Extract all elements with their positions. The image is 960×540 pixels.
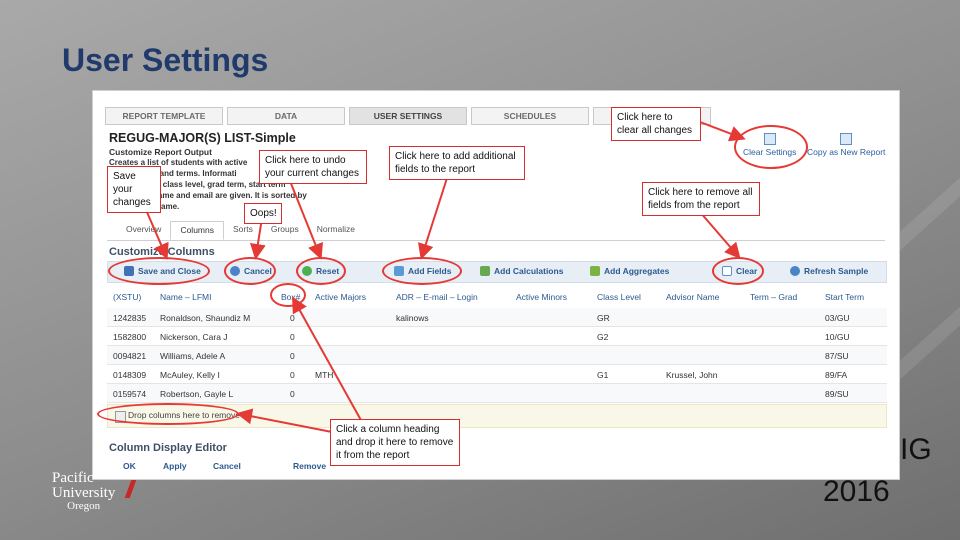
- column-heading[interactable]: Class Level: [597, 292, 641, 302]
- conference-label-fragment: IG: [900, 433, 932, 466]
- tab-report-template[interactable]: REPORT TEMPLATE: [105, 107, 223, 125]
- refresh-sample-button[interactable]: Refresh Sample: [790, 266, 868, 276]
- column-heading[interactable]: ADR – E-mail – Login: [396, 292, 478, 302]
- table-cell: 0: [290, 351, 295, 361]
- report-title: REGUG-MAJOR(S) LIST-Simple: [109, 131, 296, 145]
- copy-as-new-report-button[interactable]: Copy as New Report: [807, 133, 885, 157]
- highlight-ring: [224, 257, 276, 285]
- report-subtitle: Customize Report Output: [109, 147, 212, 157]
- table-cell: 0159574: [113, 389, 147, 399]
- table-cell: kalinows: [396, 313, 429, 323]
- pacific-university-logo: Pacific University Oregon: [52, 470, 115, 512]
- table-cell: McAuley, Kelly I: [160, 370, 220, 380]
- callout-oops: Oops!: [244, 203, 282, 224]
- callout-save: Save your changes: [107, 166, 161, 213]
- add-aggregates-button[interactable]: Add Aggregates: [590, 266, 669, 276]
- column-heading[interactable]: Term – Grad: [750, 292, 797, 302]
- highlight-ring: [296, 257, 346, 285]
- table-row: 0159574 Robertson, Gayle L 0 89/SU: [107, 384, 887, 403]
- table-cell: 0148309: [113, 370, 147, 380]
- column-heading[interactable]: (XSTU): [113, 292, 141, 302]
- table-cell: MTH: [315, 370, 334, 380]
- aggregate-icon: [590, 266, 600, 276]
- table-cell: 87/SU: [825, 351, 849, 361]
- table-cell: 0: [290, 313, 295, 323]
- callout-undo: Click here to undo your current changes: [259, 150, 367, 184]
- table-cell: 1582800: [113, 332, 147, 342]
- slide-title: User Settings: [62, 42, 269, 78]
- table-row: 0094821 Williams, Adele A 0 87/SU: [107, 346, 887, 365]
- table-cell: Krussel, John: [666, 370, 718, 380]
- column-heading[interactable]: Advisor Name: [666, 292, 719, 302]
- column-display-editor-heading: Column Display Editor: [109, 442, 227, 454]
- highlight-ring: [108, 257, 210, 285]
- add-aggregates-label: Add Aggregates: [604, 266, 670, 276]
- table-row: 1582800 Nickerson, Cara J 0 G2 10/GU: [107, 327, 887, 346]
- editor-cancel-button[interactable]: Cancel: [213, 461, 241, 471]
- table-cell: Nickerson, Cara J: [160, 332, 228, 342]
- highlight-ring: [712, 257, 764, 285]
- refresh-icon: [790, 266, 800, 276]
- add-calculations-label: Add Calculations: [494, 266, 564, 276]
- column-heading[interactable]: Active Majors: [315, 292, 366, 302]
- column-heading[interactable]: Name – LFMI: [160, 292, 212, 302]
- highlight-ring: [382, 257, 462, 285]
- table-cell: 89/SU: [825, 389, 849, 399]
- add-calculations-button[interactable]: Add Calculations: [480, 266, 563, 276]
- callout-clear-all: Click here to clear all changes: [611, 107, 701, 141]
- apply-button[interactable]: Apply: [163, 461, 187, 471]
- callout-drag-heading: Click a column heading and drop it here …: [330, 419, 460, 466]
- sub-tab-divider: [107, 240, 885, 241]
- conference-year: 2016: [823, 475, 890, 508]
- highlight-ring: [734, 125, 808, 169]
- copy-as-new-label: Copy as New Report: [807, 147, 886, 157]
- table-cell: 0: [290, 370, 295, 380]
- tab-normalize[interactable]: Normalize: [308, 221, 364, 240]
- table-cell: 89/FA: [825, 370, 848, 380]
- ok-button[interactable]: OK: [123, 461, 136, 471]
- highlight-ring: [97, 403, 239, 425]
- table-cell: 10/GU: [825, 332, 850, 342]
- copy-report-icon: [840, 133, 853, 145]
- table-cell: GR: [597, 313, 610, 323]
- report-description-line: name and email are given. It is sorted b…: [153, 191, 307, 200]
- tab-data[interactable]: DATA: [227, 107, 345, 125]
- table-row: 0148309 McAuley, Kelly I 0 MTH G1 Krusse…: [107, 365, 887, 384]
- refresh-sample-label: Refresh Sample: [804, 266, 869, 276]
- table-cell: G2: [597, 332, 609, 342]
- column-heading[interactable]: Start Term: [825, 292, 864, 302]
- tab-schedules[interactable]: SCHEDULES: [471, 107, 589, 125]
- sub-tab-bar: Overview Columns Sorts Groups Normalize: [117, 221, 364, 240]
- table-cell: 0: [290, 332, 295, 342]
- table-cell: Ronaldson, Shaundiz M: [160, 313, 251, 323]
- background-stripe: [891, 234, 960, 380]
- column-heading[interactable]: Active Minors: [516, 292, 567, 302]
- logo-accent-mark: [124, 480, 137, 498]
- table-cell: 0: [290, 389, 295, 399]
- callout-remove-all: Click here to remove all fields from the…: [642, 182, 760, 216]
- table-cell: 0094821: [113, 351, 147, 361]
- calculator-icon: [480, 266, 490, 276]
- table-cell: 1242835: [113, 313, 147, 323]
- table-cell: Robertson, Gayle L: [160, 389, 234, 399]
- tab-user-settings[interactable]: USER SETTINGS: [349, 107, 467, 125]
- highlight-ring: [270, 283, 306, 307]
- tab-overview[interactable]: Overview: [117, 221, 170, 240]
- table-cell: 03/GU: [825, 313, 850, 323]
- remove-button[interactable]: Remove: [293, 461, 326, 471]
- table-cell: Williams, Adele A: [160, 351, 226, 361]
- callout-add-fields: Click here to add additional fields to t…: [389, 146, 525, 180]
- report-description-line: s and terms. Informati: [153, 169, 237, 178]
- table-cell: G1: [597, 370, 609, 380]
- tab-columns[interactable]: Columns: [170, 221, 224, 240]
- table-row: 1242835 Ronaldson, Shaundiz M 0 kalinows…: [107, 308, 887, 327]
